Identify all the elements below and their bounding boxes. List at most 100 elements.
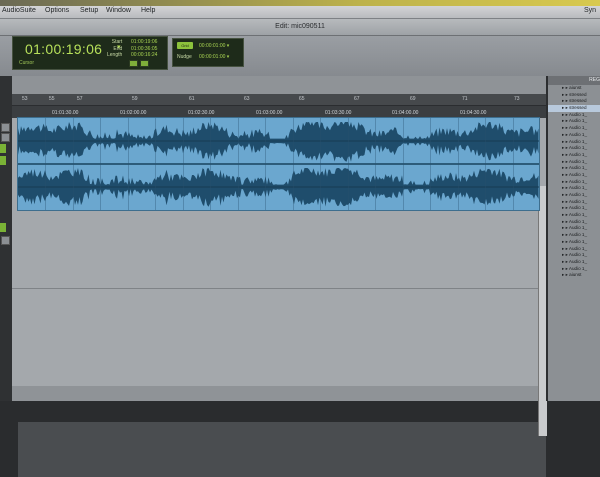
grid-line [210,118,211,210]
link-edit-button[interactable] [140,60,149,67]
region-list-item[interactable]: ▸ ▸ Audio 1_ [548,118,600,125]
grid-line [347,118,349,210]
timecode-label: 01:02:30.00 [188,110,215,116]
grid-value[interactable]: 00:00:01:00 ▾ [199,43,229,49]
bars-ruler[interactable]: 53 55 57 59 61 63 65 67 69 71 73 [12,94,546,106]
region-list-item[interactable]: ▸ ▸ Audio 1_ [548,192,600,199]
track-button-2[interactable] [1,133,10,142]
record-indicator-3[interactable] [0,223,6,232]
grid-button[interactable]: Grid [177,42,193,49]
timecode-label: 01:03:00.00 [256,110,283,116]
grid-line [485,118,486,210]
selection-values: 01:00:19:06 01:00:36:05 00:00:16:24 [131,39,157,59]
region-list-item[interactable]: ▸ ▸ Audio 1_ [548,219,600,226]
length-value[interactable]: 00:00:16:24 [131,52,157,59]
region-list-item[interactable]: ▸ ▸ Audio 1_ [548,266,600,273]
link-timeline-button[interactable] [129,60,138,67]
timecode-label: 01:01:30.00 [52,110,79,116]
region-name: ▸ ▸ Audio 1_ [562,258,588,264]
bar-number: 63 [244,96,250,102]
region-list-item[interactable]: ▸ ▸ Audio 1_ [548,179,600,186]
empty-track-area[interactable] [18,422,546,477]
region-name: ▸ ▸ Audio 1_ [562,225,588,231]
region-list-item[interactable]: ▸ ▸ Audio 1_ [548,139,600,146]
timecode-label: 01:04:00.00 [392,110,419,116]
regions-header[interactable]: REG [548,76,600,85]
main-counter-panel[interactable]: 01:00:19:06 ▾ Cursor Start End Length 01… [12,36,168,70]
region-list-item[interactable]: ▸ ▸ Audio 1_ [548,212,600,219]
region-list-item[interactable]: ▸ ▸ Audio 1_ [548,252,600,259]
main-counter[interactable]: 01:00:19:06 [25,41,102,57]
start-value[interactable]: 01:00:19:06 [131,39,157,46]
record-indicator-1[interactable] [0,144,6,153]
grid-line [402,118,404,210]
region-name: ▸ ▸ Audio 1_ [562,185,588,191]
region-name: ▸ ▸ Audio 1_ [562,252,588,258]
regions-list-panel: REG ▸ ▸ aiunst ▸ ▸ stressed ▸ ▸ stressed ▸ … [546,76,600,401]
menu-audiosuite[interactable]: AudioSuite [2,7,36,14]
region-list-item[interactable]: ▸ ▸ Audio 1_ [548,232,600,239]
track-button-1[interactable] [1,123,10,132]
timeline-ruler[interactable]: 53 55 57 59 61 63 65 67 69 71 73 01:01:3… [12,94,546,118]
region-list-item[interactable]: ▸ ▸ Audio 1_ [548,165,600,172]
region-list-item[interactable]: ▸ ▸ Audio 1_ [548,225,600,232]
track-separator [12,288,546,289]
grid-line [100,118,101,210]
region-list-item[interactable]: ▸ ▸ aiunst [548,85,600,92]
region-list-item[interactable]: ▸ ▸ Audio 1_ [548,145,600,152]
nudge-value[interactable]: 00:00:01:00 ▾ [199,54,229,60]
selection-labels: Start End Length [107,39,122,59]
bar-number: 65 [299,96,305,102]
bar-number: 61 [189,96,195,102]
menu-options[interactable]: Options [45,7,69,14]
timecode-label: 01:03:30.00 [325,110,352,116]
window-title: Edit: mic090511 [275,23,325,30]
region-list-item[interactable]: ▸ ▸ Audio 1_ [548,172,600,179]
region-list-item[interactable]: ▸ ▸ Audio 1_ [548,205,600,212]
record-indicator-2[interactable] [0,156,6,165]
region-list-item[interactable]: ▸ ▸ Audio 1_ [548,239,600,246]
region-list-item[interactable]: ▸ ▸ aiunst [548,272,600,279]
region-name: ▸ ▸ Audio 1_ [562,205,588,211]
region-list-item[interactable]: ▸ ▸ Audio 1_ [548,125,600,132]
region-list-item[interactable]: ▸ ▸ stressed [548,105,600,112]
region-list-item[interactable]: ▸ ▸ Audio 1_ [548,159,600,166]
region-name: ▸ ▸ Audio 1_ [562,245,588,251]
region-name: ▸ ▸ Audio 1_ [562,138,588,144]
region-list-item[interactable]: ▸ ▸ Audio 1_ [548,199,600,206]
waveform-right-channel [18,168,539,207]
region-list-item[interactable]: ▸ ▸ Audio 1_ [548,246,600,253]
audio-clip[interactable] [17,117,540,211]
region-list-item[interactable]: ▸ ▸ Audio 1_ [548,185,600,192]
region-list-item[interactable]: ▸ ▸ Audio 1_ [548,152,600,159]
menu-window[interactable]: Window [106,7,131,14]
bar-number: 57 [77,96,83,102]
timecode-label: 01:04:30.00 [460,110,487,116]
region-name: ▸ ▸ Audio 1_ [562,145,588,151]
track-button-3[interactable] [1,236,10,245]
region-list-item[interactable]: ▸ ▸ Audio 1_ [548,132,600,139]
bar-number: 55 [49,96,55,102]
edit-window-titlebar[interactable]: Edit: mic090511 [0,19,600,36]
bar-number: 71 [462,96,468,102]
region-name: ▸ ▸ aiunst [562,85,582,90]
grid-line [127,118,129,210]
menu-help[interactable]: Help [141,7,155,14]
menu-setup[interactable]: Setup [80,7,98,14]
region-list-item[interactable]: ▸ ▸ Audio 1_ [548,112,600,119]
region-name: ▸ ▸ Audio 1_ [562,111,588,117]
region-list-item[interactable]: ▸ ▸ stressed [548,98,600,105]
grid-line [292,118,294,210]
region-list-item[interactable]: ▸ ▸ Audio 1_ [548,259,600,266]
grid-line [182,118,184,210]
grid-line [375,118,376,210]
region-name: ▸ ▸ Audio 1_ [562,212,588,218]
waveform-shape [18,122,539,162]
region-name: ▸ ▸ Audio 1_ [562,131,588,137]
region-name: ▸ ▸ stressed [562,105,587,111]
region-name: ▸ ▸ Audio 1_ [562,151,588,157]
region-name: ▸ ▸ Audio 1_ [562,192,588,197]
region-name: ▸ ▸ Audio 1_ [562,125,588,131]
region-list-item[interactable]: ▸ ▸ stressed [548,92,600,99]
menu-bar: AudioSuite Options Setup Window Help Syn [0,6,600,19]
